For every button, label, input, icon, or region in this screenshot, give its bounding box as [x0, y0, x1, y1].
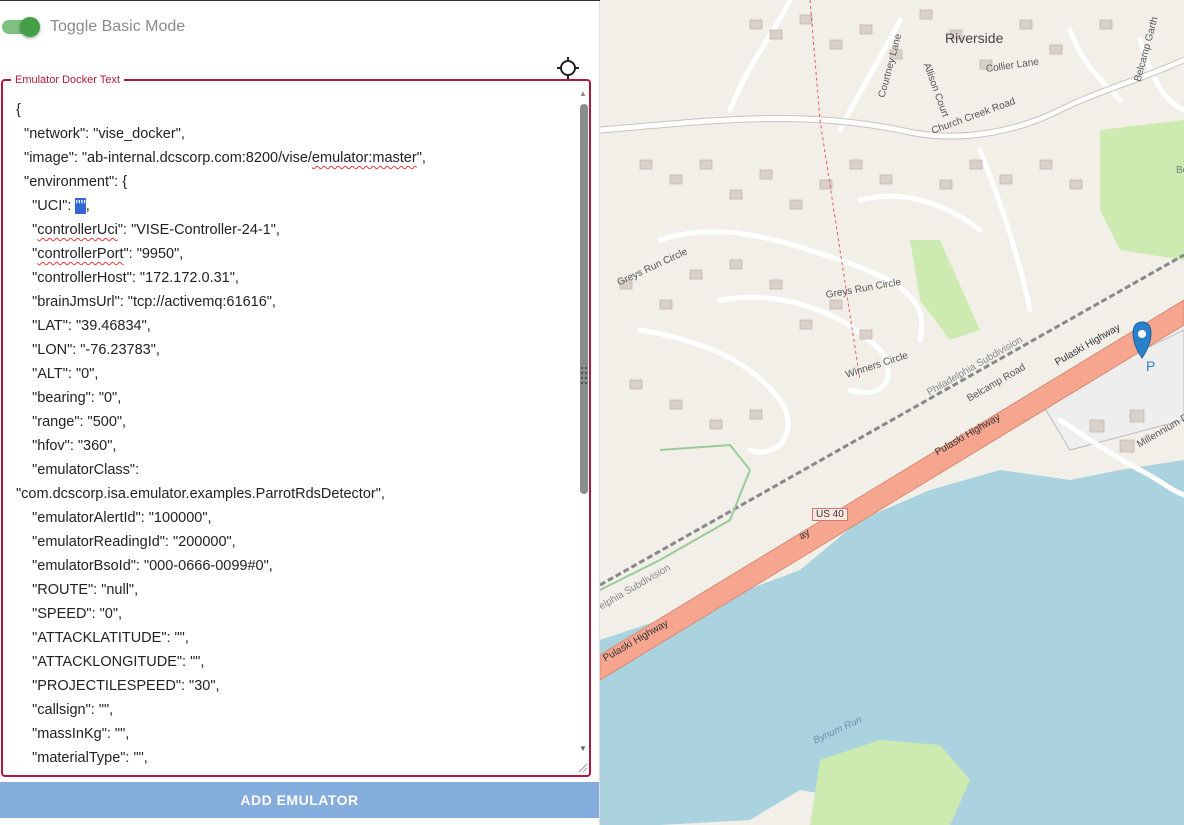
docker-text-line: "ROUTE": "null",	[16, 578, 576, 602]
map-canvas	[600, 0, 1184, 825]
emulator-panel: Toggle Basic Mode Emulator Docker Text {…	[0, 0, 600, 825]
spellcheck-word: emulator:master	[311, 150, 417, 166]
line-text-tail: ,	[85, 198, 90, 214]
panel-top-border	[0, 0, 600, 1]
docker-text-line: "PROJECTILESPEED": "30",	[16, 674, 576, 698]
line-text: "SPEED": "0",	[16, 606, 123, 622]
line-text: "bearing": "0",	[16, 390, 122, 406]
line-text: "LAT": "39.46834",	[16, 318, 151, 334]
line-text: "network": "vise_docker",	[16, 126, 185, 142]
line-text-tail: ",	[416, 150, 426, 166]
scrollbar-thumb[interactable]	[580, 104, 588, 494]
us40-shield: US 40	[812, 508, 848, 521]
line-text: "ATTACKLONGITUDE": "",	[16, 654, 205, 670]
docker-text-line: "network": "vise_docker",	[16, 122, 576, 146]
docker-text-line: {	[16, 98, 576, 122]
line-text: "image": "ab-internal.dcscorp.com:8200/v…	[16, 150, 312, 166]
map-label-riverside: Riverside	[945, 30, 1004, 46]
docker-text-legend: Emulator Docker Text	[15, 74, 120, 86]
docker-text-line: "materialType": "",	[16, 746, 576, 768]
line-text: "emulatorReadingId": "200000",	[16, 534, 236, 550]
docker-text-line: "emulatorReadingId": "200000",	[16, 530, 576, 554]
docker-text-line: "ATTACKLATITUDE": "",	[16, 626, 576, 650]
basic-mode-toggle-row: Toggle Basic Mode	[2, 17, 186, 37]
park-area-2	[1100, 120, 1184, 260]
docker-text-line: "controllerPort": "9950",	[16, 242, 576, 266]
docker-text-line: "callsign": "",	[16, 698, 576, 722]
map-view[interactable]: Riverside Courtney Lane Allison Court Co…	[600, 0, 1184, 825]
docker-text-line: "LAT": "39.46834",	[16, 314, 576, 338]
docker-text-line: "ATTACKLONGITUDE": "",	[16, 650, 576, 674]
line-text: "range": "500",	[16, 414, 127, 430]
docker-text-line: "bearing": "0",	[16, 386, 576, 410]
line-text: "UCI":	[16, 198, 76, 214]
line-text-tail: ": "9950",	[123, 246, 184, 262]
footpath	[809, 0, 861, 381]
resize-grip-icon[interactable]	[576, 760, 588, 773]
line-text: "materialType": "",	[16, 750, 148, 766]
docker-text-line: "com.dcscorp.isa.emulator.examples.Parro…	[16, 482, 576, 506]
scroll-up-arrow-icon[interactable]: ▲	[579, 89, 587, 98]
docker-text-line: "range": "500",	[16, 410, 576, 434]
selected-text: ""	[75, 198, 86, 214]
trail	[600, 443, 752, 591]
toggle-thumb[interactable]	[20, 17, 40, 37]
docker-text-editor[interactable]: { "network": "vise_docker", "image": "ab…	[16, 98, 576, 768]
docker-text-line: "controllerHost": "172.172.0.31",	[16, 266, 576, 290]
docker-text-line: "environment": {	[16, 170, 576, 194]
line-text: "massInKg": "",	[16, 726, 130, 742]
line-text: "controllerHost": "172.172.0.31",	[16, 270, 239, 286]
spellcheck-word: controllerUci	[37, 222, 118, 238]
docker-text-line: "image": "ab-internal.dcscorp.com:8200/v…	[16, 146, 576, 170]
panel-drag-handle-icon[interactable]	[580, 366, 588, 388]
docker-text-line: "hfov": "360",	[16, 434, 576, 458]
line-text: "callsign": "",	[16, 702, 114, 718]
line-text: "emulatorBsoId": "000-0666-0099#0",	[16, 558, 273, 574]
line-text: "com.dcscorp.isa.emulator.examples.Parro…	[16, 486, 385, 502]
docker-text-line: "ALT": "0",	[16, 362, 576, 386]
spellcheck-word: controllerPort	[37, 246, 124, 262]
docker-text-line: "controllerUci": "VISE-Controller-24-1",	[16, 218, 576, 242]
line-text: "ATTACKLATITUDE": "",	[16, 630, 189, 646]
docker-text-line: "emulatorBsoId": "000-0666-0099#0",	[16, 554, 576, 578]
docker-text-line: "emulatorClass":	[16, 458, 576, 482]
line-text: {	[16, 102, 21, 118]
basic-mode-toggle[interactable]	[2, 17, 40, 37]
add-emulator-button[interactable]: ADD EMULATOR	[0, 782, 599, 818]
map-label-be: Be	[1176, 165, 1184, 176]
line-text: "ROUTE": "null",	[16, 582, 139, 598]
docker-text-line: "UCI": "",	[16, 194, 576, 218]
scroll-down-arrow-icon[interactable]: ▼	[579, 744, 587, 753]
line-text: "emulatorAlertId": "100000",	[16, 510, 212, 526]
docker-text-line: "SPEED": "0",	[16, 602, 576, 626]
docker-text-line: "emulatorAlertId": "100000",	[16, 506, 576, 530]
docker-text-line: "brainJmsUrl": "tcp://activemq:61616",	[16, 290, 576, 314]
line-text: "environment": {	[16, 174, 128, 190]
line-text: "PROJECTILESPEED": "30",	[16, 678, 220, 694]
line-text: "hfov": "360",	[16, 438, 117, 454]
app-root: Toggle Basic Mode Emulator Docker Text {…	[0, 0, 1184, 825]
line-text: "emulatorClass":	[16, 462, 140, 478]
line-text: "ALT": "0",	[16, 366, 99, 382]
line-text-tail: ": "VISE-Controller-24-1",	[117, 222, 280, 238]
docker-text-line: "LON": "-76.23783",	[16, 338, 576, 362]
line-text: "brainJmsUrl": "tcp://activemq:61616",	[16, 294, 276, 310]
line-text: "	[16, 222, 38, 238]
line-text: "LON": "-76.23783",	[16, 342, 160, 358]
docker-text-line: "massInKg": "",	[16, 722, 576, 746]
parking-icon: P	[1146, 358, 1156, 374]
line-text: "	[16, 246, 38, 262]
toggle-label: Toggle Basic Mode	[50, 18, 186, 35]
